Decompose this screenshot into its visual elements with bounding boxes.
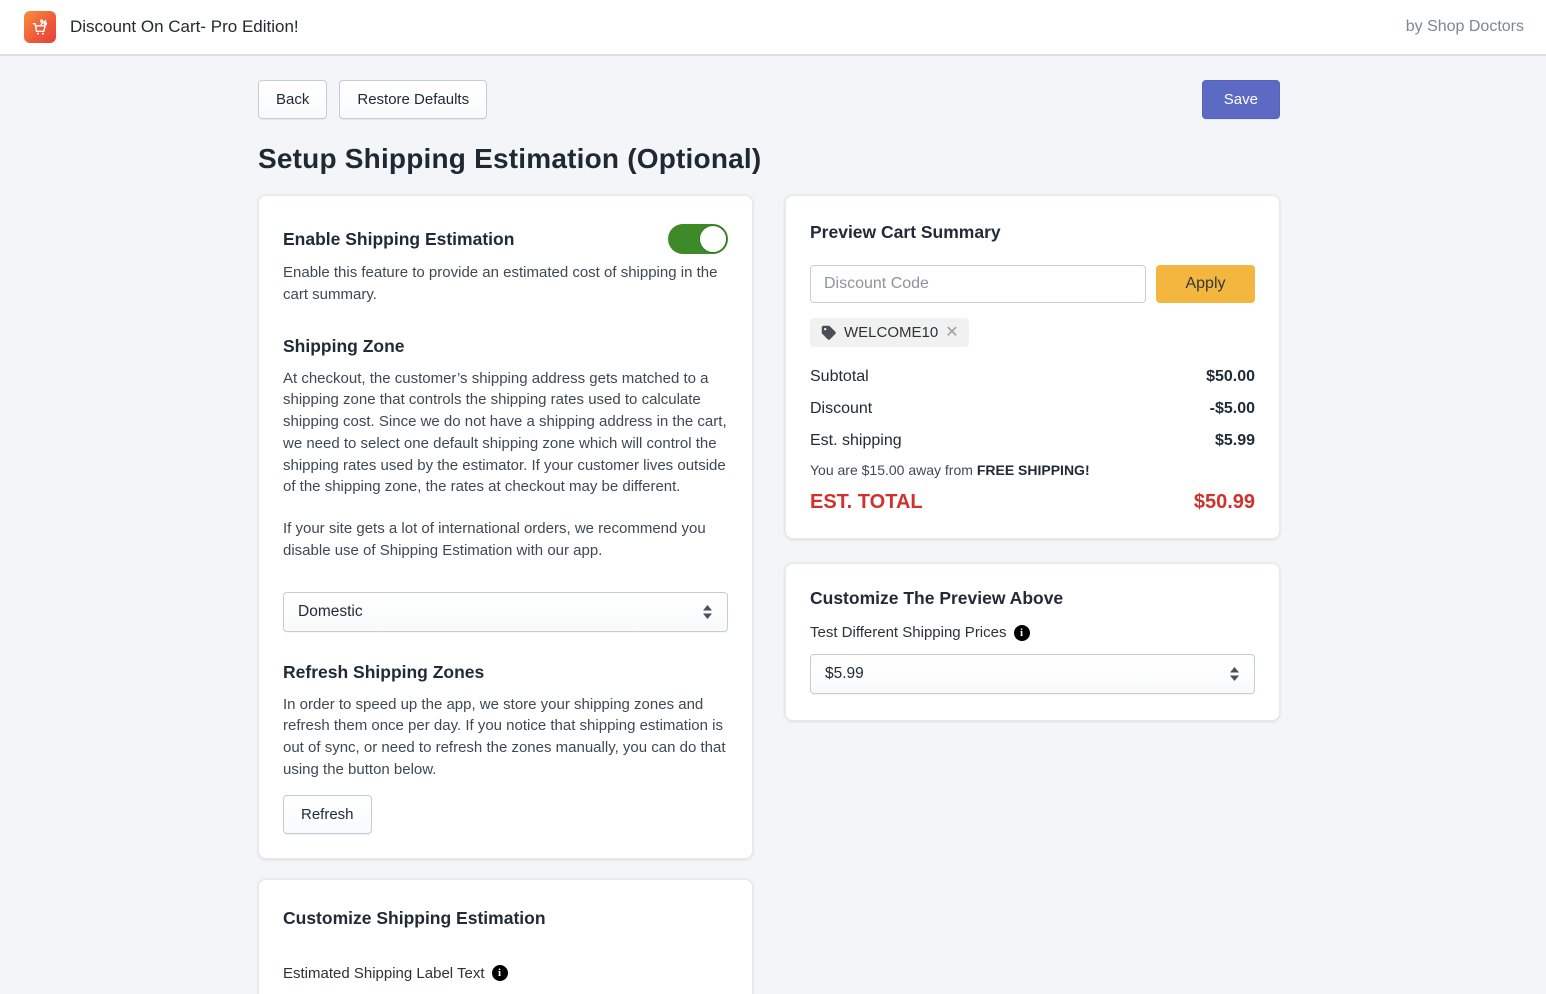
toggle-knob: [699, 225, 727, 253]
refresh-button[interactable]: Refresh: [283, 795, 372, 834]
action-toolbar: Back Restore Defaults Save: [258, 80, 1280, 119]
cart-summary: Subtotal $50.00 Discount -$5.00 Est. shi…: [810, 361, 1255, 514]
save-button[interactable]: Save: [1202, 80, 1280, 119]
refresh-shipping-zones-heading: Refresh Shipping Zones: [283, 662, 728, 683]
enable-shipping-estimation-heading: Enable Shipping Estimation: [283, 229, 514, 250]
summary-label: Est. shipping: [810, 432, 902, 450]
estimated-total-label: EST. TOTAL: [810, 491, 923, 514]
restore-defaults-button[interactable]: Restore Defaults: [339, 80, 487, 119]
test-shipping-prices-label: Test Different Shipping Prices: [810, 624, 1007, 641]
shipping-price-select-value: $5.99: [825, 665, 864, 683]
discount-code-input[interactable]: [810, 265, 1146, 303]
select-caret-icon: [1229, 667, 1240, 681]
refresh-description: In order to speed up the app, we store y…: [283, 694, 728, 781]
summary-row-est-shipping: Est. shipping $5.99: [810, 425, 1255, 457]
app-byline: by Shop Doctors: [1406, 18, 1524, 36]
shipping-zone-select[interactable]: Domestic: [283, 592, 728, 632]
summary-value: $5.99: [1215, 432, 1255, 450]
shipping-zone-heading: Shipping Zone: [283, 336, 728, 357]
shipping-zone-select-value: Domestic: [298, 603, 363, 621]
right-column: Preview Cart Summary Apply WELCOME10 ✕ S: [785, 195, 1280, 721]
summary-value: $50.00: [1206, 368, 1255, 386]
apply-button[interactable]: Apply: [1156, 265, 1255, 303]
estimated-shipping-label-text-label: Estimated Shipping Label Text: [283, 965, 485, 982]
shipping-zone-paragraph-2: If your site gets a lot of international…: [283, 518, 728, 562]
main-content: Back Restore Defaults Save Setup Shippin…: [258, 56, 1280, 994]
info-icon[interactable]: i: [1014, 625, 1030, 641]
summary-row-discount: Discount -$5.00: [810, 393, 1255, 425]
customize-shipping-estimation-card: Customize Shipping Estimation Estimated …: [258, 879, 753, 994]
shipping-zone-paragraph-1: At checkout, the customer’s shipping add…: [283, 368, 728, 499]
select-caret-icon: [702, 605, 713, 619]
customize-preview-heading: Customize The Preview Above: [810, 588, 1255, 609]
applied-discount-chip: WELCOME10 ✕: [810, 318, 969, 347]
app-header: Discount On Cart- Pro Edition! by Shop D…: [0, 0, 1546, 56]
free-shipping-highlight: FREE SHIPPING!: [977, 462, 1090, 478]
estimated-total-value: $50.99: [1194, 491, 1255, 514]
summary-label: Subtotal: [810, 368, 869, 386]
remove-discount-icon[interactable]: ✕: [945, 325, 958, 341]
shipping-price-select[interactable]: $5.99: [810, 654, 1255, 694]
customize-shipping-estimation-heading: Customize Shipping Estimation: [283, 908, 728, 929]
customize-preview-card: Customize The Preview Above Test Differe…: [785, 563, 1280, 721]
app-title: Discount On Cart- Pro Edition!: [70, 17, 299, 37]
info-icon[interactable]: i: [492, 965, 508, 981]
preview-cart-summary-card: Preview Cart Summary Apply WELCOME10 ✕ S: [785, 195, 1280, 539]
enable-description: Enable this feature to provide an estima…: [283, 262, 728, 306]
estimated-total-row: EST. TOTAL $50.99: [810, 491, 1255, 514]
preview-cart-summary-heading: Preview Cart Summary: [810, 222, 1255, 243]
summary-value: -$5.00: [1210, 400, 1255, 418]
summary-row-subtotal: Subtotal $50.00: [810, 361, 1255, 393]
enable-shipping-estimation-toggle[interactable]: [668, 224, 728, 254]
back-button[interactable]: Back: [258, 80, 327, 119]
applied-discount-code: WELCOME10: [844, 324, 938, 341]
left-column: Enable Shipping Estimation Enable this f…: [258, 195, 753, 994]
free-shipping-prefix: You are $15.00 away from: [810, 462, 977, 478]
free-shipping-message: You are $15.00 away from FREE SHIPPING!: [810, 462, 1255, 478]
tag-icon: [820, 324, 837, 341]
summary-label: Discount: [810, 400, 872, 418]
app-logo-cart-icon: [24, 11, 56, 43]
page-title: Setup Shipping Estimation (Optional): [258, 143, 1280, 175]
shipping-estimation-settings-card: Enable Shipping Estimation Enable this f…: [258, 195, 753, 859]
